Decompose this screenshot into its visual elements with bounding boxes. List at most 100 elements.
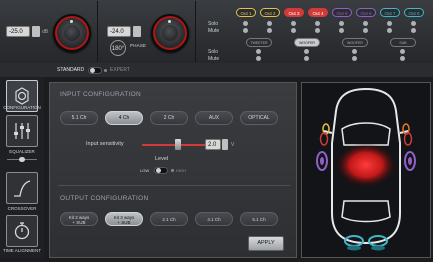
sidebar-item-equalizer[interactable] bbox=[6, 115, 38, 147]
midrange-right-icon bbox=[404, 151, 416, 171]
solo-radio-output-6[interactable] bbox=[363, 21, 368, 26]
sidebar-item-time-alignment[interactable] bbox=[6, 215, 38, 247]
divider bbox=[195, 1, 196, 62]
input-sensitivity-label: Input sensitivity bbox=[86, 141, 124, 147]
sensitivity-value[interactable]: 2.0 bbox=[205, 139, 221, 150]
woofer-right-front-icon bbox=[403, 132, 413, 146]
solo-radio-group-2[interactable] bbox=[304, 49, 309, 54]
solo-radio-output-5[interactable] bbox=[339, 21, 344, 26]
output-config-button-5[interactable]: 5.1 Ch bbox=[240, 212, 278, 226]
mute-radio-output-4[interactable] bbox=[315, 28, 320, 33]
stopwatch-icon bbox=[14, 222, 30, 240]
output-5-button[interactable]: Out 5 bbox=[332, 8, 352, 17]
output-2-button[interactable]: Out 2 bbox=[260, 8, 280, 17]
left-gain-unit-box bbox=[32, 26, 40, 37]
output-6-button[interactable]: Out 6 bbox=[356, 8, 376, 17]
level-high-label: HIGH bbox=[176, 168, 186, 173]
solo-radio-output-4[interactable] bbox=[315, 21, 320, 26]
mode-toggle[interactable] bbox=[88, 67, 102, 74]
output-7-button[interactable]: Out 7 bbox=[380, 8, 400, 17]
sidebar-item-time-alignment-label: TIME ALIGNMENT bbox=[2, 248, 41, 253]
mute-label: Mute bbox=[208, 28, 220, 34]
mute-radio-output-5[interactable] bbox=[339, 28, 344, 33]
solo-radio-output-2[interactable] bbox=[267, 21, 272, 26]
sidebar-item-configuration-label: CONFIGURATION bbox=[3, 105, 41, 110]
left-gain-value[interactable]: -25.0 bbox=[6, 26, 30, 37]
sidebar-item-crossover-label: CROSSOVER bbox=[7, 206, 37, 211]
car-diagram bbox=[316, 87, 416, 251]
output-config-button-3[interactable]: 2.1 Ch bbox=[150, 212, 188, 226]
phase-label: PHASE bbox=[130, 43, 147, 48]
mute-radio-output-7[interactable] bbox=[387, 28, 392, 33]
input-button-2[interactable]: 4 Ch bbox=[105, 111, 143, 125]
sensitivity-slider-handle[interactable] bbox=[175, 139, 181, 150]
solo-radio-output-1[interactable] bbox=[243, 21, 248, 26]
output-config-button-1[interactable]: Kit 2 ways + SUB bbox=[60, 212, 98, 226]
solo-label: Solo bbox=[208, 21, 219, 27]
left-gain-unit: dB bbox=[42, 29, 49, 35]
mute-radio-output-8[interactable] bbox=[411, 28, 416, 33]
mute-radio-group-1[interactable] bbox=[256, 56, 261, 61]
group-4-button[interactable]: SUB bbox=[390, 38, 416, 47]
group-1-button[interactable]: TWEETER bbox=[246, 38, 272, 47]
input-button-5[interactable]: OPTICAL bbox=[240, 111, 278, 125]
mute-radio-output-3[interactable] bbox=[291, 28, 296, 33]
mute-radio-group-3[interactable] bbox=[352, 56, 357, 61]
group-2-button[interactable]: WOOFER bbox=[294, 38, 320, 47]
level-label: Level bbox=[155, 156, 169, 162]
equalizer-toggle[interactable] bbox=[7, 157, 37, 163]
output-1-button[interactable]: Out 1 bbox=[236, 8, 256, 17]
speaker-layout-panel bbox=[301, 82, 431, 258]
expert-indicator bbox=[104, 69, 107, 72]
apply-button[interactable]: APPLY bbox=[248, 236, 284, 251]
group-3-button[interactable]: WOOFER bbox=[342, 38, 368, 47]
output-config-button-2[interactable]: Kit 3 ways + SUB bbox=[105, 212, 143, 226]
mute-radio-group-2[interactable] bbox=[304, 56, 309, 61]
channel-gain-unit-box bbox=[133, 26, 141, 37]
expert-mode-label[interactable]: EXPERT bbox=[110, 67, 130, 73]
sidebar: CONFIGURATION EQUALIZER CROSSOVER TIME A… bbox=[0, 77, 44, 259]
level-high-indicator bbox=[171, 169, 174, 172]
solo-radio-output-7[interactable] bbox=[387, 21, 392, 26]
mute-radio-output-1[interactable] bbox=[243, 28, 248, 33]
input-button-1[interactable]: 5.1 Ch bbox=[60, 111, 98, 125]
divider bbox=[97, 1, 98, 62]
solo-radio-output-3[interactable] bbox=[291, 21, 296, 26]
mode-strip: STANDARD EXPERT bbox=[0, 63, 433, 77]
solo-radio-group-4[interactable] bbox=[400, 49, 405, 54]
standard-mode-label[interactable]: STANDARD bbox=[57, 67, 84, 73]
sidebar-item-crossover[interactable] bbox=[6, 172, 38, 204]
configuration-panel: INPUT CONFIGURATION 5.1 Ch 4 Ch 2 Ch AUX OPT… bbox=[49, 82, 297, 258]
solo-radio-group-1[interactable] bbox=[256, 49, 261, 54]
sidebar-item-equalizer-label: EQUALIZER bbox=[9, 149, 35, 154]
input-configuration-title: INPUT CONFIGURATION bbox=[60, 91, 141, 98]
output-config-button-line1: 2.1 Ch bbox=[162, 217, 176, 222]
equalizer-icon bbox=[14, 123, 30, 139]
mute-radio-output-2[interactable] bbox=[267, 28, 272, 33]
phase-button[interactable]: 180° bbox=[110, 40, 126, 56]
sensitivity-unit-box bbox=[222, 139, 228, 150]
group-mute-label: Mute bbox=[208, 56, 220, 62]
solo-radio-output-8[interactable] bbox=[411, 21, 416, 26]
output-8-button[interactable]: Out 8 bbox=[404, 8, 424, 17]
channel-gain-knob[interactable] bbox=[151, 14, 189, 52]
mute-radio-output-6[interactable] bbox=[363, 28, 368, 33]
mute-radio-group-4[interactable] bbox=[400, 56, 405, 61]
output-config-button-4[interactable]: 4.1 Ch bbox=[195, 212, 233, 226]
input-button-3[interactable]: 2 Ch bbox=[150, 111, 188, 125]
output-config-button-line2: + SUB bbox=[72, 220, 86, 225]
midrange-left-icon bbox=[316, 151, 328, 171]
solo-radio-group-3[interactable] bbox=[352, 49, 357, 54]
listener-focus-glow bbox=[336, 143, 396, 187]
output-3-button[interactable]: Out 3 bbox=[284, 8, 304, 17]
group-solo-label: Solo bbox=[208, 49, 219, 55]
channel-gain-value[interactable]: -24.0 bbox=[107, 26, 131, 37]
level-toggle[interactable] bbox=[154, 167, 168, 174]
top-control-bar: -25.0 dB -24.0 dB 180° PHASE Solo Mute S… bbox=[0, 0, 433, 64]
left-gain-knob[interactable] bbox=[53, 14, 91, 52]
output-config-button-line1: 4.1 Ch bbox=[207, 217, 221, 222]
input-button-4[interactable]: AUX bbox=[195, 111, 233, 125]
output-4-button[interactable]: Out 4 bbox=[308, 8, 328, 17]
woofer-left-front-icon bbox=[319, 132, 329, 146]
output-configuration-title: OUTPUT CONFIGURATION bbox=[60, 195, 149, 202]
